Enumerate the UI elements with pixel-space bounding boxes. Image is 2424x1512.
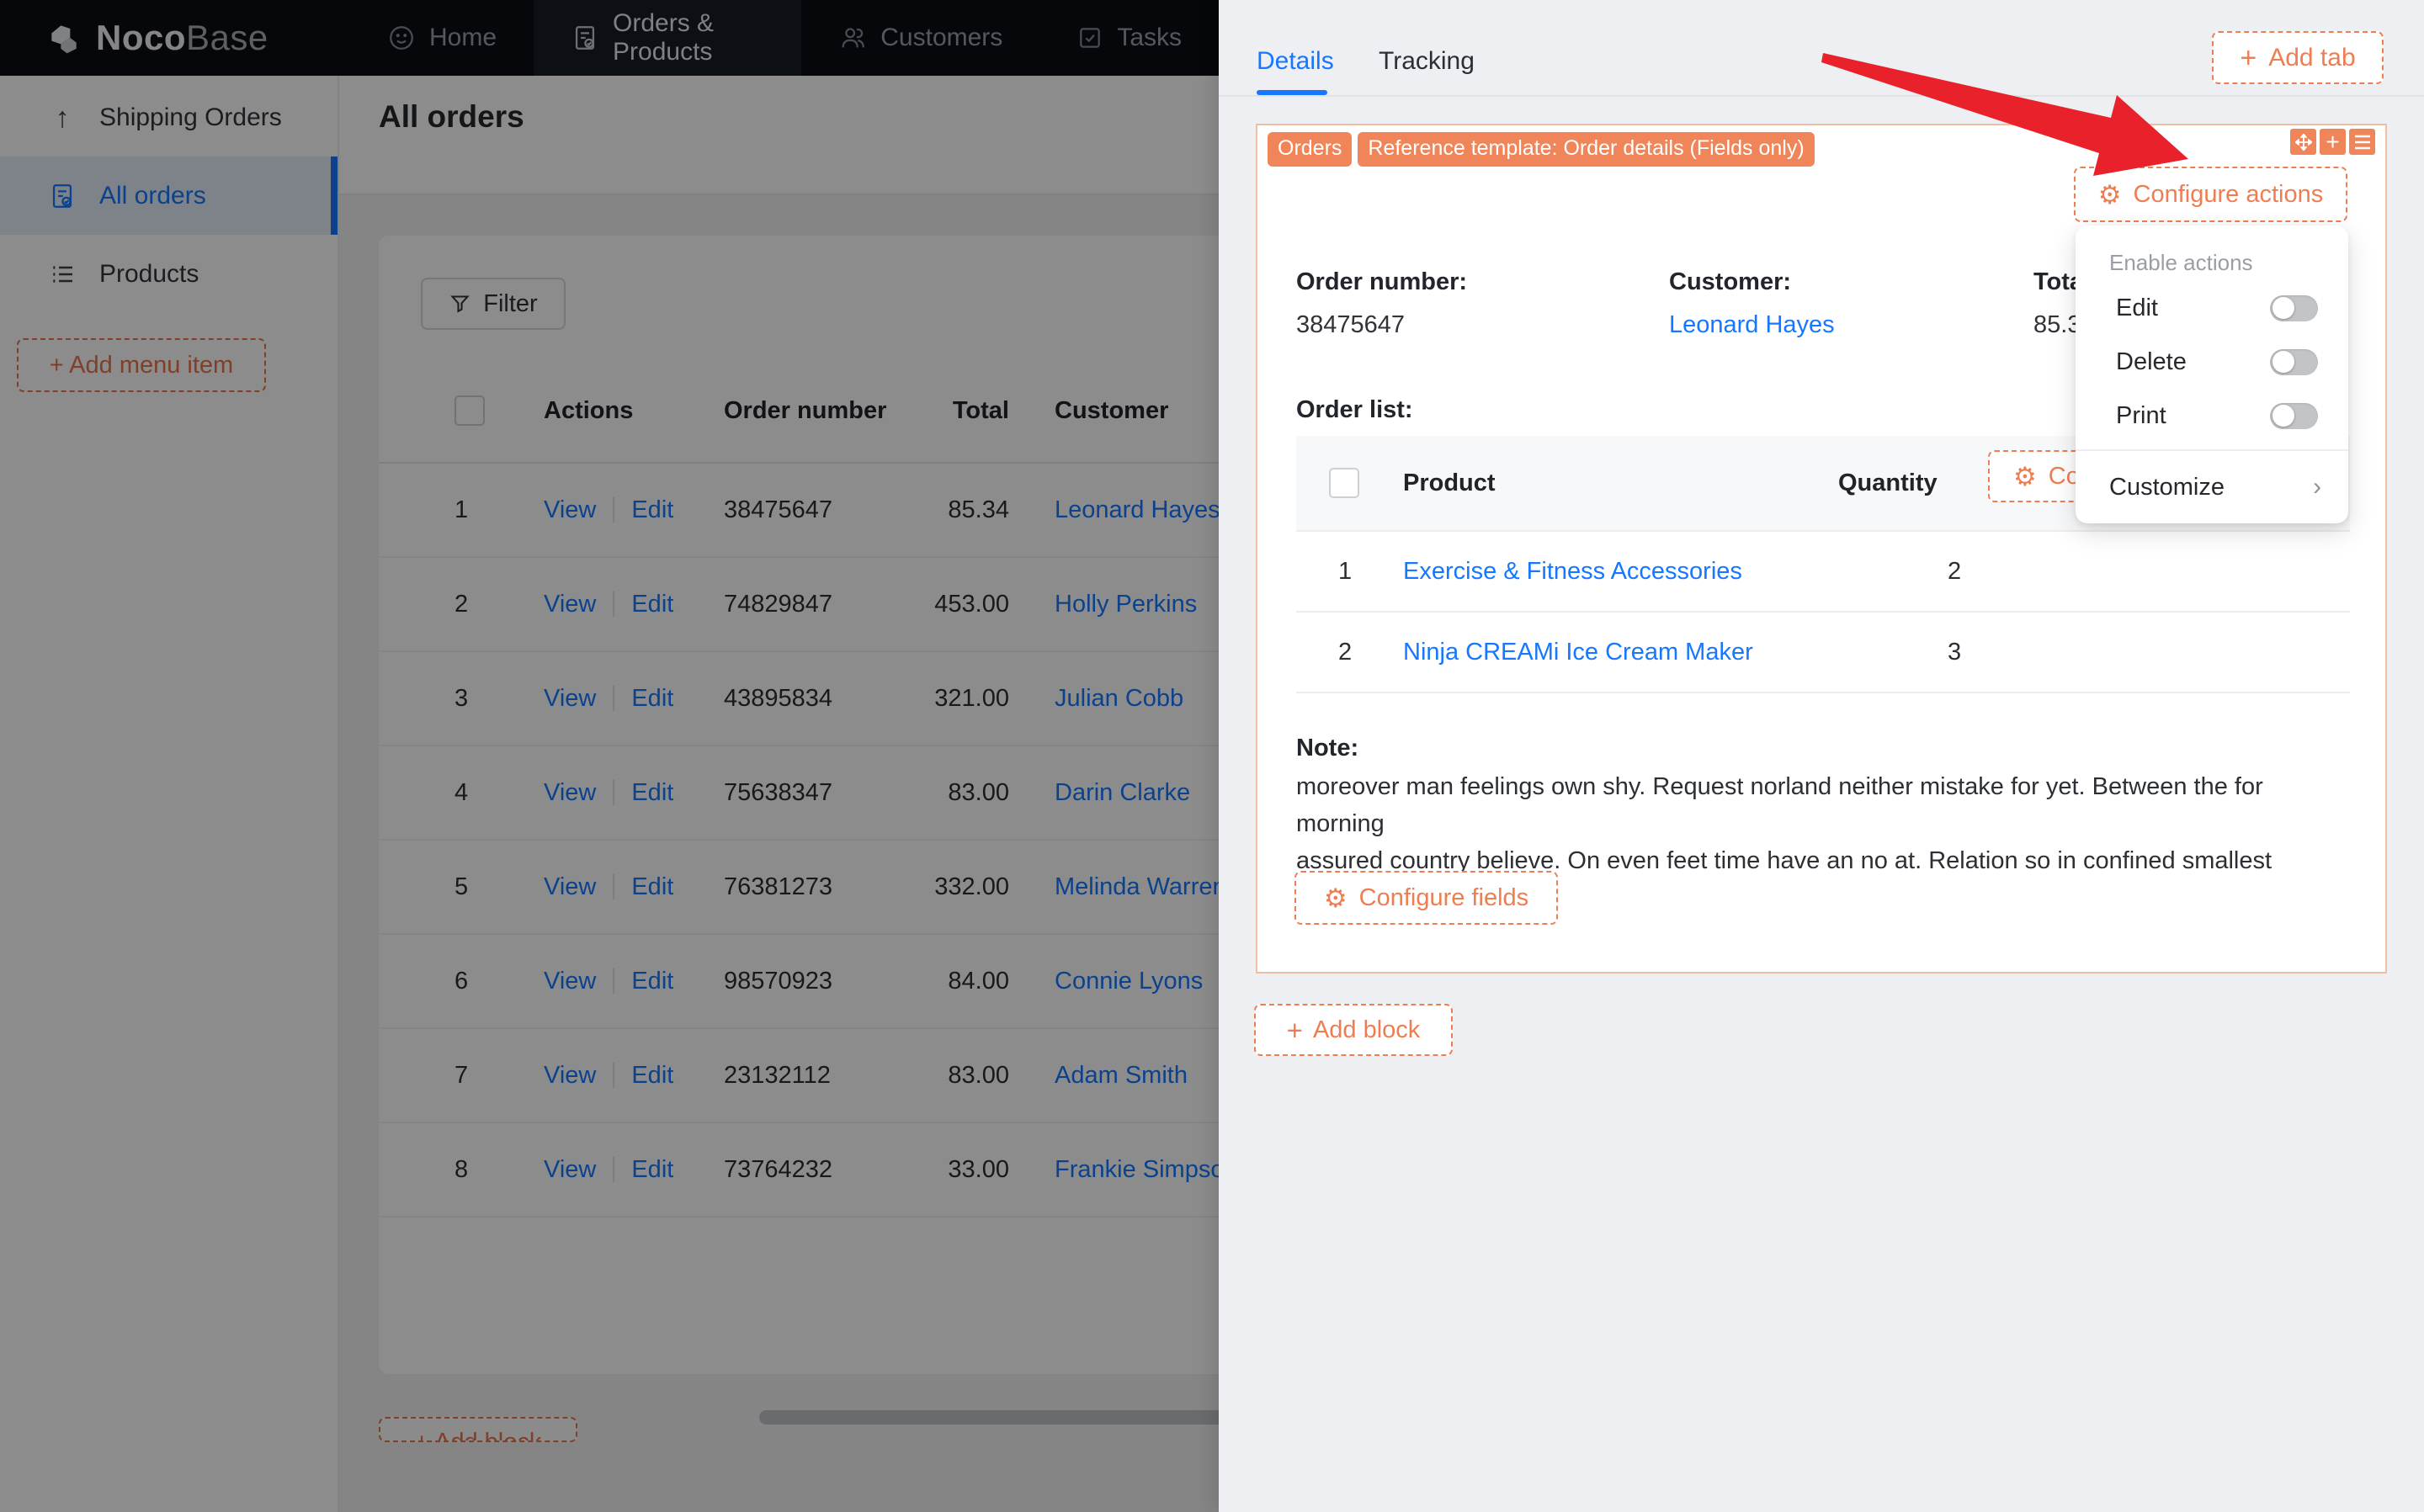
dropdown-group-label: Enable actions: [2109, 249, 2253, 275]
gear-icon: ⚙: [2013, 461, 2037, 491]
chevron-right-icon: ›: [2313, 473, 2321, 501]
drag-icon[interactable]: [2290, 129, 2316, 155]
gear-icon: ⚙: [1323, 883, 1348, 913]
field-order-number-: Order number: 38475647: [1296, 268, 1669, 339]
field-label: Order number:: [1296, 268, 1468, 295]
template-badge: Reference template: Order details (Field…: [1358, 132, 1815, 167]
field-value: 38475647: [1296, 311, 1406, 338]
plus-icon: +: [2240, 41, 2257, 74]
action-label: Delete: [2116, 347, 2187, 375]
order-list-label: Order list:: [1296, 396, 1413, 423]
quantity-cell: 2: [1948, 557, 1962, 585]
tab-details[interactable]: Details: [1257, 47, 1334, 76]
tab-ink-bar: [1257, 90, 1327, 95]
quantity-cell: 3: [1948, 638, 1962, 666]
edit-toggle[interactable]: [2270, 294, 2318, 321]
configure-fields-label: Configure fields: [1358, 883, 1529, 911]
configure-actions-label: Configure actions: [2133, 180, 2324, 208]
row-index: 1: [1338, 557, 1353, 585]
action-label: Edit: [2116, 294, 2158, 321]
drawer-add-block-label: Add block: [1312, 1016, 1421, 1043]
toggle-knob: [2272, 405, 2294, 427]
drawer-mask[interactable]: [0, 0, 1219, 1512]
product-link[interactable]: Exercise & Fitness Accessories: [1403, 558, 1742, 585]
col-header-product: Product: [1403, 469, 1496, 496]
dropdown-item-print[interactable]: Print: [2076, 389, 2348, 443]
block-toolbar: +: [2290, 129, 2375, 155]
collection-badge: Orders: [1268, 132, 1353, 167]
toggle-knob: [2272, 297, 2294, 319]
gear-icon: ⚙: [2097, 179, 2122, 210]
tab-tracking[interactable]: Tracking: [1379, 47, 1475, 76]
configure-actions-dropdown: Enable actions Edit Delete Print Customize…: [2076, 225, 2348, 523]
field-label: Customer:: [1669, 268, 1792, 295]
dropdown-divider: [2076, 449, 2348, 451]
dropdown-item-customize[interactable]: Customize ›: [2076, 458, 2348, 517]
plus-icon: +: [1286, 1014, 1303, 1046]
note-label: Note:: [1296, 735, 1359, 761]
order-list-row: 1 Exercise & Fitness Accessories 2: [1296, 532, 2350, 613]
drawer-add-block-button[interactable]: + Add block: [1254, 1004, 1453, 1056]
screen: NocoBase Home Orders & Products Customers T…: [0, 0, 2424, 1512]
action-label: Print: [2116, 401, 2166, 429]
field-customer-: Customer: Leonard Hayes: [1669, 268, 2033, 339]
add-tab-label: Add tab: [2268, 43, 2356, 72]
configure-fields-button[interactable]: ⚙ Configure fields: [1294, 871, 1558, 925]
drawer-tabs-bar: Details Tracking + Add tab: [1219, 0, 2424, 97]
product-link[interactable]: Ninja CREAMi Ice Cream Maker: [1403, 639, 1753, 666]
field-value[interactable]: Leonard Hayes: [1669, 311, 2033, 339]
row-index: 2: [1338, 638, 1353, 666]
dropdown-item-delete[interactable]: Delete: [2076, 335, 2348, 389]
customize-label: Customize: [2109, 473, 2225, 501]
block-badges: Orders Reference template: Order details…: [1268, 132, 1815, 167]
menu-icon[interactable]: [2349, 129, 2375, 155]
print-toggle[interactable]: [2270, 402, 2318, 429]
add-tab-button[interactable]: + Add tab: [2212, 31, 2384, 84]
dropdown-item-edit[interactable]: Edit: [2076, 281, 2348, 335]
plus-icon[interactable]: +: [2320, 129, 2346, 155]
select-all-checkbox[interactable]: [1329, 468, 1359, 498]
toggle-knob: [2272, 351, 2294, 373]
order-list-row: 2 Ninja CREAMi Ice Cream Maker 3: [1296, 613, 2350, 693]
delete-toggle[interactable]: [2270, 348, 2318, 375]
configure-actions-button[interactable]: ⚙ Configure actions: [2074, 167, 2347, 222]
